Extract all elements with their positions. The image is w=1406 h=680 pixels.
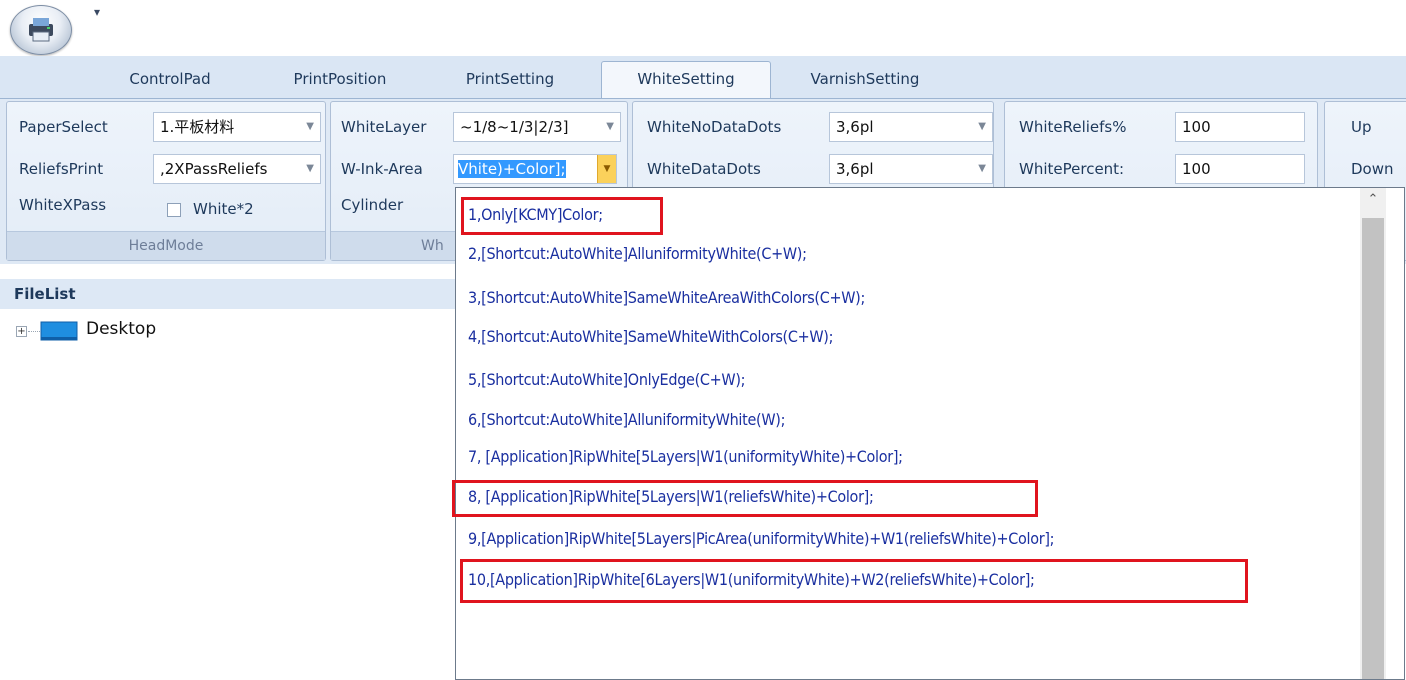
up-button[interactable]: Up [1351, 118, 1372, 136]
tab-varnishsetting[interactable]: VarnishSetting [790, 62, 940, 96]
tree-connector [28, 331, 40, 332]
chevron-down-icon[interactable]: ▼ [306, 155, 314, 183]
highlight-box-option-8 [452, 480, 1038, 517]
dropdown-option-3[interactable]: 3,[Shortcut:AutoWhite]SameWhiteAreaWithC… [468, 284, 865, 312]
chevron-down-icon[interactable]: ▼ [606, 113, 614, 141]
whitepercent-label: WhitePercent: [1019, 160, 1125, 178]
cylinder-label: Cylinder [341, 196, 404, 214]
chevron-down-icon[interactable]: ▼ [306, 113, 314, 141]
whitenodatadots-value: 3,6pl [836, 118, 874, 136]
application-menu-button[interactable] [10, 5, 72, 55]
whitelayer-value: ~1/8~1/3|2/3] [460, 118, 569, 136]
whitedatadots-combo[interactable]: 3,6pl ▼ [829, 154, 993, 184]
white-x2-checkbox[interactable] [167, 203, 181, 217]
tree-expand-icon[interactable]: + [16, 326, 27, 337]
scroll-thumb[interactable] [1362, 218, 1384, 679]
whitereliefs-input[interactable]: 100 [1175, 112, 1305, 142]
whitenodatadots-label: WhiteNoDataDots [647, 118, 782, 136]
group-caption-headmode: HeadMode [7, 231, 325, 260]
paperselect-label: PaperSelect [19, 118, 108, 136]
w-ink-area-label: W-Ink-Area [341, 160, 423, 178]
quick-access-dropdown-icon[interactable]: ▾ [94, 5, 100, 19]
whitereliefs-label: WhiteReliefs% [1019, 118, 1127, 136]
whitelayer-label: WhiteLayer [341, 118, 427, 136]
whitexpass-label: WhiteXPass [19, 196, 107, 214]
whitedatadots-label: WhiteDataDots [647, 160, 761, 178]
reliefsprint-combo[interactable]: ,2XPassReliefs ▼ [153, 154, 321, 184]
tab-printposition[interactable]: PrintPosition [270, 62, 410, 96]
whitelayer-combo[interactable]: ~1/8~1/3|2/3] ▼ [453, 112, 621, 142]
reliefsprint-label: ReliefsPrint [19, 160, 104, 178]
chevron-down-icon[interactable]: ▼ [978, 155, 986, 183]
tab-controlpad[interactable]: ControlPad [110, 62, 230, 96]
white-x2-label: White*2 [193, 200, 254, 218]
highlight-box-option-1 [461, 197, 663, 235]
reliefsprint-value: ,2XPassReliefs [160, 160, 268, 178]
paperselect-value: 1.平板材料 [160, 118, 235, 136]
whitepercent-input[interactable]: 100 [1175, 154, 1305, 184]
dropdown-scrollbar[interactable]: ⌃ [1360, 188, 1386, 679]
title-strip: ▾ [0, 0, 1406, 62]
whitenodatadots-combo[interactable]: 3,6pl ▼ [829, 112, 993, 142]
tab-printsetting[interactable]: PrintSetting [445, 62, 575, 96]
desktop-folder-icon [40, 321, 78, 341]
chevron-down-icon[interactable]: ▼ [597, 155, 616, 183]
whitedatadots-value: 3,6pl [836, 160, 874, 178]
down-button[interactable]: Down [1351, 160, 1394, 178]
w-ink-area-combo[interactable]: Vhite)+Color]; ▼ [453, 154, 617, 184]
chevron-down-icon[interactable]: ▼ [978, 113, 986, 141]
dropdown-option-4[interactable]: 4,[Shortcut:AutoWhite]SameWhiteWithColor… [468, 323, 833, 351]
group-headmode: PaperSelect 1.平板材料 ▼ ReliefsPrint ,2XPas… [6, 101, 326, 261]
paperselect-combo[interactable]: 1.平板材料 ▼ [153, 112, 321, 142]
dropdown-option-6[interactable]: 6,[Shortcut:AutoWhite]AlluniformityWhite… [468, 406, 785, 434]
filelist-header: FileList [0, 279, 470, 309]
dropdown-option-2[interactable]: 2,[Shortcut:AutoWhite]AlluniformityWhite… [468, 240, 807, 268]
w-ink-area-value: Vhite)+Color]; [458, 160, 566, 178]
printer-icon [29, 18, 53, 42]
dropdown-option-7[interactable]: 7, [Application]RipWhite[5Layers|W1(unif… [468, 443, 903, 471]
dropdown-option-5[interactable]: 5,[Shortcut:AutoWhite]OnlyEdge(C+W); [468, 366, 746, 394]
ribbon-tab-bar: ControlPad PrintPosition PrintSetting Wh… [0, 56, 1406, 99]
highlight-box-option-10 [460, 559, 1248, 603]
scroll-up-arrow-icon[interactable]: ⌃ [1360, 192, 1386, 214]
w-ink-area-dropdown-list[interactable]: 1,Only[KCMY]Color; 2,[Shortcut:AutoWhite… [455, 187, 1405, 680]
tree-item-desktop[interactable]: Desktop [86, 319, 156, 339]
tab-whitesetting[interactable]: WhiteSetting [601, 61, 771, 98]
dropdown-option-9[interactable]: 9,[Application]RipWhite[5Layers|PicArea(… [468, 525, 1055, 553]
